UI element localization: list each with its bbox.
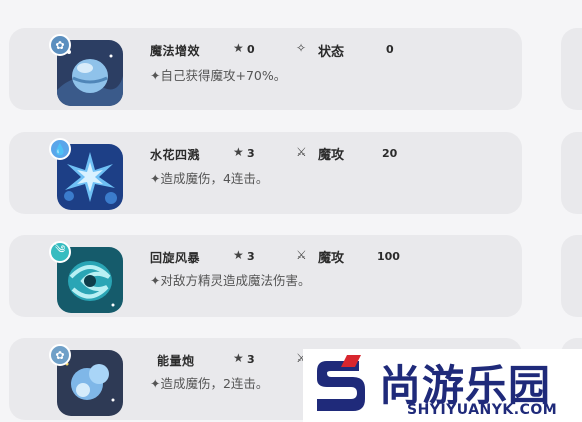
status-badge-icon: ✿ xyxy=(49,34,71,56)
skill-power-value: 100 xyxy=(377,250,400,263)
skill-name: 回旋风暴 xyxy=(150,251,201,265)
skill-description: ✦自己获得魔攻+70%。 xyxy=(150,68,287,83)
sparkle-icon: ✧ xyxy=(296,41,307,55)
watermark-url: SHYIYUANYK.COM xyxy=(407,402,558,418)
star-value: 0 xyxy=(247,43,255,56)
skill-description: ✦造成魔伤，4连击。 xyxy=(150,171,269,186)
skill-icon-wrapper: 💧 xyxy=(49,138,129,214)
skill-icon-wrapper: ༄ xyxy=(49,241,129,317)
star-value: 3 xyxy=(247,147,255,160)
star-value: 3 xyxy=(247,353,255,366)
watermark: 尚游乐园 SHYIYUANYK.COM xyxy=(303,349,582,422)
skill-power-value: 0 xyxy=(386,43,394,56)
skill-description: ✦造成魔伤，2连击。 xyxy=(150,376,269,391)
normal-badge-icon: ✿ xyxy=(49,344,71,366)
skill-name: 能量炮 xyxy=(157,354,195,368)
wind-badge-icon: ༄ xyxy=(49,241,71,263)
skill-description: ✦对敌方精灵造成魔法伤害。 xyxy=(150,273,311,288)
skill-name: 魔法增效 xyxy=(150,44,201,58)
next-column-card[interactable] xyxy=(561,132,582,214)
skill-type-label: 魔攻 xyxy=(318,148,345,163)
skill-icon-wrapper: ✿ xyxy=(49,344,129,420)
magic-attack-icon: ⚔ xyxy=(296,248,307,262)
skill-card[interactable]: ✿ 魔法增效 ★ 0 ✧ 状态 0 ✦自己获得魔攻+70%。 xyxy=(9,28,522,110)
next-column-card[interactable] xyxy=(561,235,582,317)
star-icon: ★ xyxy=(233,248,244,262)
magic-attack-icon: ⚔ xyxy=(296,145,307,159)
skill-type-label: 状态 xyxy=(318,45,345,60)
star-value: 3 xyxy=(247,250,255,263)
skill-name: 水花四溅 xyxy=(150,148,201,162)
star-icon: ★ xyxy=(233,351,244,365)
star-icon: ★ xyxy=(233,41,244,55)
skill-card[interactable]: 💧 水花四溅 ★ 3 ⚔ 魔攻 20 ✦造成魔伤，4连击。 xyxy=(9,132,522,214)
water-badge-icon: 💧 xyxy=(49,138,71,160)
skill-icon-wrapper: ✿ xyxy=(49,34,129,110)
skill-type-label: 魔攻 xyxy=(318,251,345,266)
skill-card[interactable]: ༄ 回旋风暴 ★ 3 ⚔ 魔攻 100 ✦对敌方精灵造成魔法伤害。 xyxy=(9,235,522,317)
star-icon: ★ xyxy=(233,145,244,159)
skill-power-value: 20 xyxy=(382,147,398,160)
watermark-logo-icon xyxy=(317,355,365,411)
next-column-card[interactable] xyxy=(561,28,582,110)
